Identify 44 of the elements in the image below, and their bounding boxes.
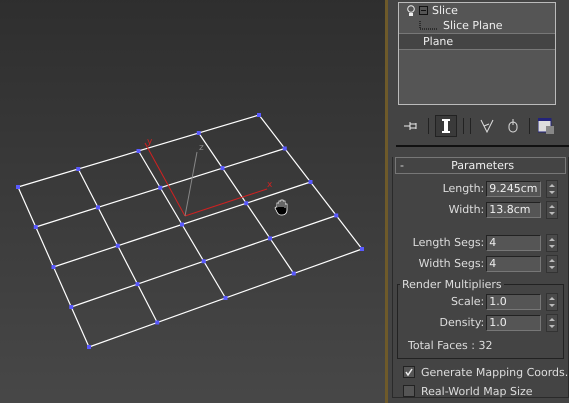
number-field[interactable]: 9.245cm	[486, 180, 542, 196]
mouse-icon	[508, 119, 518, 133]
field-label: Length Segs:	[412, 236, 484, 249]
total-faces-label: Total Faces : 32	[407, 338, 494, 352]
spinner[interactable]	[546, 200, 558, 218]
rollout-title: Parameters	[450, 159, 516, 172]
fork-icon	[480, 119, 494, 133]
number-field[interactable]: 4	[486, 234, 542, 250]
checkbox[interactable]	[403, 385, 415, 397]
modifier-stack-list[interactable]: Slice Slice Plane Plane	[398, 2, 556, 105]
axis-label: z	[199, 143, 204, 153]
field-label: Length:	[442, 182, 484, 195]
spinner[interactable]	[546, 314, 558, 332]
spinner[interactable]	[546, 180, 558, 198]
number-field[interactable]: 1.0	[486, 314, 542, 330]
number-field[interactable]: 1.0	[486, 294, 542, 310]
number-field[interactable]: 4	[486, 256, 542, 272]
checkbox-label: Real-World Map Size	[421, 384, 533, 398]
spinner[interactable]	[546, 254, 558, 272]
spinner[interactable]	[546, 234, 558, 252]
field-label: Density:	[440, 316, 484, 329]
rollout-header[interactable]: - Parameters	[395, 157, 566, 174]
viewport[interactable]: x y z	[0, 0, 385, 403]
group-title: Render Multipliers	[401, 278, 503, 291]
tree-connector-icon	[419, 20, 439, 30]
axis-label: x	[267, 180, 272, 190]
modifier-stack-item[interactable]: Slice	[399, 3, 555, 18]
checkbox-label: Generate Mapping Coords.	[421, 366, 568, 378]
field-label: Width Segs:	[418, 257, 484, 270]
number-field[interactable]: 13.8cm	[486, 202, 542, 218]
i-beam-icon	[442, 118, 450, 134]
collapse-icon[interactable]	[419, 6, 428, 15]
spinner[interactable]	[546, 292, 558, 310]
toolbar-button[interactable]	[536, 115, 556, 137]
modifier-stack-item[interactable]: Plane	[399, 34, 555, 50]
configure-icon	[538, 118, 554, 134]
checkbox[interactable]	[403, 366, 415, 378]
light-bulb-icon	[407, 5, 415, 16]
hand-cursor-icon	[274, 200, 288, 216]
field-label: Scale:	[450, 295, 484, 308]
field-label: Width:	[448, 203, 484, 216]
toolbar-button[interactable]	[435, 115, 457, 137]
collapse-toggle[interactable]: -	[400, 159, 404, 172]
axis-label: y	[147, 137, 152, 147]
